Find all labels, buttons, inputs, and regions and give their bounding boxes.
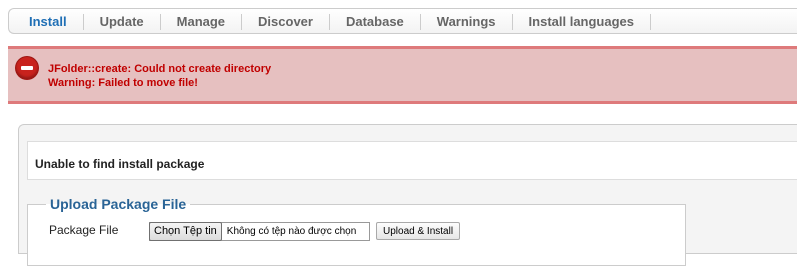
submenu-tabs: Install Update Manage Discover Database … [29,14,652,30]
install-status-box: Unable to find install package [27,141,797,180]
install-status-text: Unable to find install package [35,157,205,171]
submenu-tab-bar: Install Update Manage Discover Database … [8,8,797,34]
tab-install[interactable]: Install [29,14,83,30]
tab-divider [650,14,652,30]
tab-manage[interactable]: Manage [159,14,241,30]
upload-package-legend: Upload Package File [50,196,187,212]
package-file-label: Package File [49,223,119,237]
error-message-box: JFolder::create: Could not create direct… [8,46,797,104]
error-messages: JFolder::create: Could not create direct… [48,62,271,90]
tab-update[interactable]: Update [82,14,160,30]
error-message: Warning: Failed to move file! [48,77,198,89]
error-stop-icon [16,57,38,79]
tab-database[interactable]: Database [328,14,420,30]
no-file-chosen-text: Không có tệp nào được chọn [226,226,357,237]
upload-install-button[interactable]: Upload & Install [376,222,461,240]
package-file-input[interactable]: Chọn Tệp tin Không có tệp nào được chọn [149,221,370,241]
tab-install-languages[interactable]: Install languages [511,14,650,30]
tab-discover[interactable]: Discover [241,14,329,30]
choose-file-button[interactable]: Chọn Tệp tin [149,221,222,241]
error-message: JFolder::create: Could not create direct… [48,63,272,75]
tab-warnings[interactable]: Warnings [419,14,512,30]
